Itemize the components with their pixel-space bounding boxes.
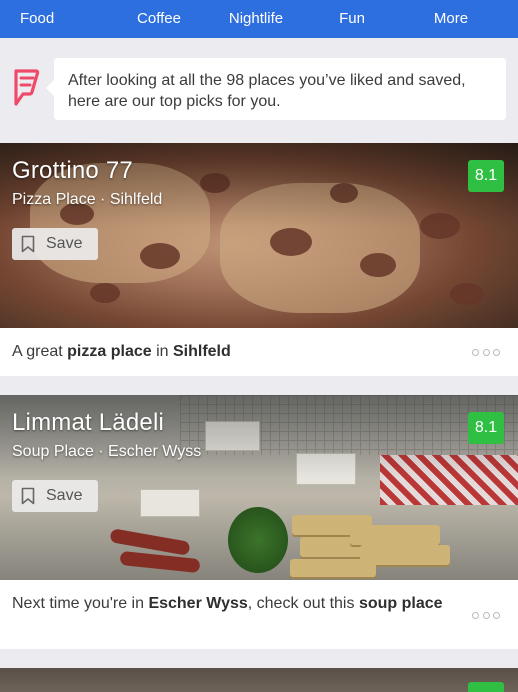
save-button[interactable]: Save (12, 480, 98, 512)
save-label: Save (46, 235, 83, 252)
venue-card[interactable]: Limmat Lädeli Soup Place · Escher Wyss S… (0, 395, 518, 649)
venue-photo[interactable]: Limmat Lädeli Soup Place · Escher Wyss S… (0, 395, 518, 580)
venue-card[interactable] (0, 668, 518, 692)
nav-item-label: Food (20, 10, 55, 27)
nav-item-label: Fun (339, 10, 365, 27)
more-options-icon[interactable] (472, 348, 500, 356)
venue-card[interactable]: Grottino 77 Pizza Place · Sihlfeld Save … (0, 143, 518, 376)
save-button[interactable]: Save (12, 228, 98, 260)
foursquare-logo-icon (14, 69, 40, 106)
more-options-icon[interactable] (472, 611, 500, 619)
nav-item-more[interactable]: More (420, 3, 482, 35)
venue-score-badge: 8.1 (468, 412, 504, 444)
venue-score-badge (468, 682, 504, 692)
nav-item-food[interactable]: Food (20, 3, 100, 35)
venue-reason: A great pizza place in Sihlfeld (12, 343, 231, 360)
venue-category: Pizza Place · Sihlfeld (12, 191, 163, 208)
venue-name[interactable]: Grottino 77 (12, 157, 133, 185)
intro-message: After looking at all the 98 places you’v… (46, 58, 506, 120)
nav-item-label: Nightlife (228, 10, 284, 27)
nav-item-fun[interactable]: Fun (322, 3, 382, 35)
save-label: Save (46, 487, 83, 504)
nav-item-nightlife[interactable]: Nightlife (216, 3, 296, 35)
venue-score-badge: 8.1 (468, 160, 504, 192)
category-nav: Food Coffee Nightlife Fun More (0, 0, 518, 38)
bookmark-icon (21, 235, 35, 253)
intro-section: After looking at all the 98 places you’v… (0, 38, 518, 142)
venue-category: Soup Place · Escher Wyss (12, 443, 202, 460)
venue-name[interactable]: Limmat Lädeli (12, 409, 164, 437)
nav-item-label: Coffee (137, 10, 181, 27)
venue-photo[interactable] (0, 668, 518, 692)
venue-photo[interactable]: Grottino 77 Pizza Place · Sihlfeld Save … (0, 143, 518, 328)
nav-item-coffee[interactable]: Coffee (124, 3, 194, 35)
venue-reason: Next time you're in Escher Wyss, check o… (12, 595, 443, 612)
bookmark-icon (21, 487, 35, 505)
nav-item-label: More (433, 10, 469, 27)
